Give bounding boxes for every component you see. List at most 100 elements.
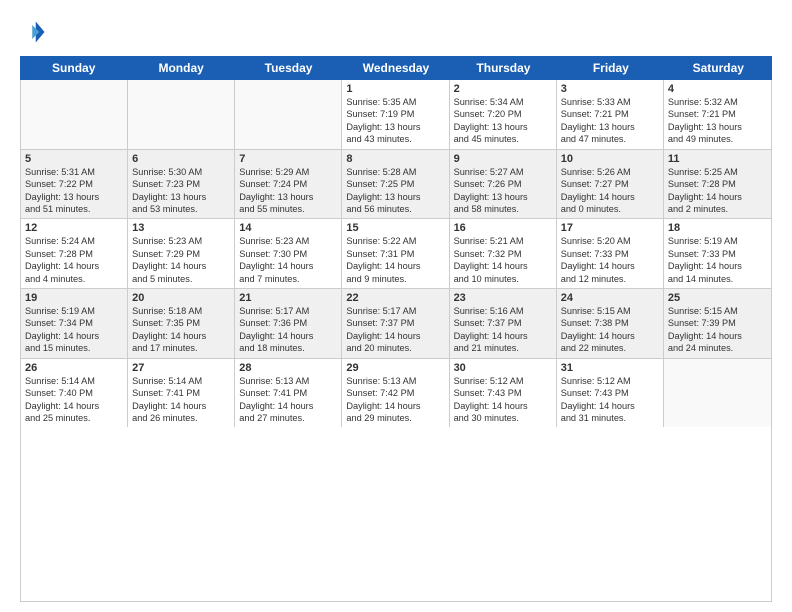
cal-cell: 23Sunrise: 5:16 AM Sunset: 7:37 PM Dayli… <box>450 289 557 358</box>
day-number: 15 <box>346 222 444 234</box>
week-row-4: 19Sunrise: 5:19 AM Sunset: 7:34 PM Dayli… <box>21 289 771 359</box>
day-number: 18 <box>668 222 767 234</box>
cal-cell: 14Sunrise: 5:23 AM Sunset: 7:30 PM Dayli… <box>235 219 342 288</box>
calendar-grid: 1Sunrise: 5:35 AM Sunset: 7:19 PM Daylig… <box>20 80 772 602</box>
day-info: Sunrise: 5:19 AM Sunset: 7:34 PM Dayligh… <box>25 305 123 355</box>
calendar-header: SundayMondayTuesdayWednesdayThursdayFrid… <box>20 56 772 80</box>
cal-cell: 6Sunrise: 5:30 AM Sunset: 7:23 PM Daylig… <box>128 150 235 219</box>
day-number: 20 <box>132 292 230 304</box>
cal-cell: 3Sunrise: 5:33 AM Sunset: 7:21 PM Daylig… <box>557 80 664 149</box>
day-number: 2 <box>454 83 552 95</box>
cal-cell <box>235 80 342 149</box>
cal-cell: 22Sunrise: 5:17 AM Sunset: 7:37 PM Dayli… <box>342 289 449 358</box>
day-number: 11 <box>668 153 767 165</box>
cal-cell: 20Sunrise: 5:18 AM Sunset: 7:35 PM Dayli… <box>128 289 235 358</box>
day-info: Sunrise: 5:26 AM Sunset: 7:27 PM Dayligh… <box>561 166 659 216</box>
day-info: Sunrise: 5:25 AM Sunset: 7:28 PM Dayligh… <box>668 166 767 216</box>
day-number: 8 <box>346 153 444 165</box>
day-number: 31 <box>561 362 659 374</box>
day-header-thursday: Thursday <box>450 56 557 80</box>
day-header-wednesday: Wednesday <box>342 56 449 80</box>
day-info: Sunrise: 5:30 AM Sunset: 7:23 PM Dayligh… <box>132 166 230 216</box>
day-info: Sunrise: 5:35 AM Sunset: 7:19 PM Dayligh… <box>346 96 444 146</box>
day-number: 14 <box>239 222 337 234</box>
day-number: 28 <box>239 362 337 374</box>
day-number: 27 <box>132 362 230 374</box>
week-row-1: 1Sunrise: 5:35 AM Sunset: 7:19 PM Daylig… <box>21 80 771 150</box>
week-row-3: 12Sunrise: 5:24 AM Sunset: 7:28 PM Dayli… <box>21 219 771 289</box>
day-info: Sunrise: 5:31 AM Sunset: 7:22 PM Dayligh… <box>25 166 123 216</box>
day-info: Sunrise: 5:12 AM Sunset: 7:43 PM Dayligh… <box>454 375 552 425</box>
day-info: Sunrise: 5:13 AM Sunset: 7:42 PM Dayligh… <box>346 375 444 425</box>
day-info: Sunrise: 5:17 AM Sunset: 7:37 PM Dayligh… <box>346 305 444 355</box>
day-header-friday: Friday <box>557 56 664 80</box>
day-number: 26 <box>25 362 123 374</box>
day-number: 24 <box>561 292 659 304</box>
cal-cell: 31Sunrise: 5:12 AM Sunset: 7:43 PM Dayli… <box>557 359 664 428</box>
day-number: 13 <box>132 222 230 234</box>
cal-cell: 25Sunrise: 5:15 AM Sunset: 7:39 PM Dayli… <box>664 289 771 358</box>
day-info: Sunrise: 5:22 AM Sunset: 7:31 PM Dayligh… <box>346 235 444 285</box>
cal-cell: 8Sunrise: 5:28 AM Sunset: 7:25 PM Daylig… <box>342 150 449 219</box>
cal-cell: 13Sunrise: 5:23 AM Sunset: 7:29 PM Dayli… <box>128 219 235 288</box>
day-number: 30 <box>454 362 552 374</box>
day-number: 10 <box>561 153 659 165</box>
cal-cell: 4Sunrise: 5:32 AM Sunset: 7:21 PM Daylig… <box>664 80 771 149</box>
day-info: Sunrise: 5:14 AM Sunset: 7:40 PM Dayligh… <box>25 375 123 425</box>
day-info: Sunrise: 5:19 AM Sunset: 7:33 PM Dayligh… <box>668 235 767 285</box>
logo <box>20 18 52 46</box>
day-info: Sunrise: 5:18 AM Sunset: 7:35 PM Dayligh… <box>132 305 230 355</box>
day-info: Sunrise: 5:32 AM Sunset: 7:21 PM Dayligh… <box>668 96 767 146</box>
week-row-5: 26Sunrise: 5:14 AM Sunset: 7:40 PM Dayli… <box>21 359 771 428</box>
day-info: Sunrise: 5:15 AM Sunset: 7:39 PM Dayligh… <box>668 305 767 355</box>
day-info: Sunrise: 5:15 AM Sunset: 7:38 PM Dayligh… <box>561 305 659 355</box>
cal-cell <box>128 80 235 149</box>
header <box>20 18 772 46</box>
day-number: 4 <box>668 83 767 95</box>
cal-cell: 18Sunrise: 5:19 AM Sunset: 7:33 PM Dayli… <box>664 219 771 288</box>
day-number: 21 <box>239 292 337 304</box>
day-info: Sunrise: 5:17 AM Sunset: 7:36 PM Dayligh… <box>239 305 337 355</box>
cal-cell: 17Sunrise: 5:20 AM Sunset: 7:33 PM Dayli… <box>557 219 664 288</box>
day-info: Sunrise: 5:14 AM Sunset: 7:41 PM Dayligh… <box>132 375 230 425</box>
day-number: 12 <box>25 222 123 234</box>
day-header-monday: Monday <box>127 56 234 80</box>
cal-cell: 21Sunrise: 5:17 AM Sunset: 7:36 PM Dayli… <box>235 289 342 358</box>
day-info: Sunrise: 5:24 AM Sunset: 7:28 PM Dayligh… <box>25 235 123 285</box>
day-number: 22 <box>346 292 444 304</box>
day-number: 3 <box>561 83 659 95</box>
day-number: 5 <box>25 153 123 165</box>
day-number: 6 <box>132 153 230 165</box>
day-number: 9 <box>454 153 552 165</box>
cal-cell: 27Sunrise: 5:14 AM Sunset: 7:41 PM Dayli… <box>128 359 235 428</box>
cal-cell: 24Sunrise: 5:15 AM Sunset: 7:38 PM Dayli… <box>557 289 664 358</box>
day-info: Sunrise: 5:29 AM Sunset: 7:24 PM Dayligh… <box>239 166 337 216</box>
cal-cell: 7Sunrise: 5:29 AM Sunset: 7:24 PM Daylig… <box>235 150 342 219</box>
day-number: 19 <box>25 292 123 304</box>
cal-cell <box>21 80 128 149</box>
day-header-sunday: Sunday <box>20 56 127 80</box>
day-number: 23 <box>454 292 552 304</box>
day-info: Sunrise: 5:16 AM Sunset: 7:37 PM Dayligh… <box>454 305 552 355</box>
day-info: Sunrise: 5:34 AM Sunset: 7:20 PM Dayligh… <box>454 96 552 146</box>
day-info: Sunrise: 5:23 AM Sunset: 7:30 PM Dayligh… <box>239 235 337 285</box>
day-number: 29 <box>346 362 444 374</box>
day-number: 7 <box>239 153 337 165</box>
logo-icon <box>20 18 48 46</box>
cal-cell: 5Sunrise: 5:31 AM Sunset: 7:22 PM Daylig… <box>21 150 128 219</box>
day-info: Sunrise: 5:23 AM Sunset: 7:29 PM Dayligh… <box>132 235 230 285</box>
day-number: 1 <box>346 83 444 95</box>
day-header-saturday: Saturday <box>665 56 772 80</box>
calendar: SundayMondayTuesdayWednesdayThursdayFrid… <box>20 56 772 602</box>
day-info: Sunrise: 5:27 AM Sunset: 7:26 PM Dayligh… <box>454 166 552 216</box>
day-info: Sunrise: 5:12 AM Sunset: 7:43 PM Dayligh… <box>561 375 659 425</box>
cal-cell: 29Sunrise: 5:13 AM Sunset: 7:42 PM Dayli… <box>342 359 449 428</box>
week-row-2: 5Sunrise: 5:31 AM Sunset: 7:22 PM Daylig… <box>21 150 771 220</box>
cal-cell: 16Sunrise: 5:21 AM Sunset: 7:32 PM Dayli… <box>450 219 557 288</box>
day-info: Sunrise: 5:28 AM Sunset: 7:25 PM Dayligh… <box>346 166 444 216</box>
day-header-tuesday: Tuesday <box>235 56 342 80</box>
day-number: 16 <box>454 222 552 234</box>
cal-cell: 1Sunrise: 5:35 AM Sunset: 7:19 PM Daylig… <box>342 80 449 149</box>
day-info: Sunrise: 5:20 AM Sunset: 7:33 PM Dayligh… <box>561 235 659 285</box>
day-info: Sunrise: 5:21 AM Sunset: 7:32 PM Dayligh… <box>454 235 552 285</box>
